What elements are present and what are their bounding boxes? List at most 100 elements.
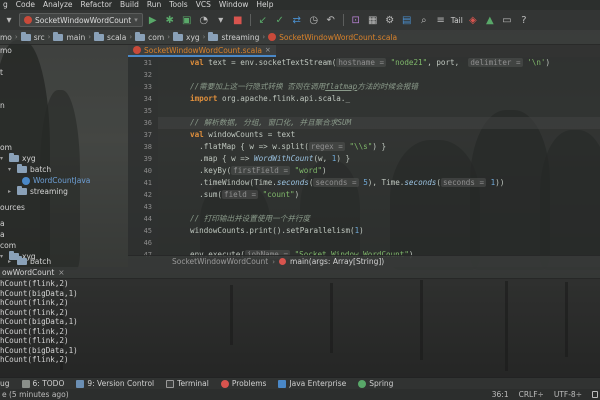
profile-icon[interactable]: ◔ xyxy=(197,13,211,27)
settings-icon[interactable]: ⚙ xyxy=(383,13,397,27)
line-number: 34 xyxy=(143,95,152,103)
help-icon[interactable]: ? xyxy=(517,13,531,27)
tree-item-selected[interactable]: WordCountJava xyxy=(22,175,90,186)
line-number: 44 xyxy=(143,215,152,223)
lock-icon[interactable] xyxy=(592,391,598,398)
tree-item[interactable]: ▾ xyg xyxy=(0,153,36,164)
menu-vcs[interactable]: VCS xyxy=(196,0,211,10)
breadcrumb-project[interactable]: mo xyxy=(0,33,12,42)
terminal-icon[interactable]: ▭ xyxy=(500,13,514,27)
editor-tab[interactable]: SocketWindowWordCount.scala × xyxy=(128,45,276,57)
console-output[interactable]: hCount(flink,2) hCount(bigData,1) hCount… xyxy=(0,279,600,377)
line-number: 43 xyxy=(143,203,152,211)
tool-window-terminal[interactable]: Terminal xyxy=(166,379,209,388)
breadcrumb-src[interactable]: src xyxy=(20,31,45,42)
tree-item[interactable]: com xyxy=(0,240,16,251)
run-tab-label[interactable]: owWordCount xyxy=(2,268,54,277)
menu-build[interactable]: Build xyxy=(120,0,139,10)
tree-item[interactable]: mo xyxy=(0,45,12,56)
sdk-icon[interactable]: ⊡ xyxy=(349,13,363,27)
deploy-icon[interactable]: ▲ xyxy=(483,13,497,27)
tool-window-problems[interactable]: Problems xyxy=(220,379,266,388)
tree-item[interactable]: a xyxy=(0,229,5,240)
java-file-icon xyxy=(22,176,30,185)
build-dropdown-icon[interactable]: ▾ xyxy=(214,13,228,27)
tree-item[interactable]: ources xyxy=(0,202,25,213)
close-icon[interactable]: × xyxy=(58,268,64,277)
history-icon[interactable]: ◷ xyxy=(307,13,321,27)
tail-button[interactable]: Tail xyxy=(451,16,463,25)
vcs-update-icon[interactable]: ↙ xyxy=(256,13,270,27)
folder-icon xyxy=(94,31,105,41)
chevron-right-icon: › xyxy=(262,33,266,41)
tree-item[interactable]: t xyxy=(0,67,3,78)
breadcrumb-scala[interactable]: scala xyxy=(94,31,126,42)
plugin-icon[interactable]: ◈ xyxy=(466,13,480,27)
close-icon[interactable]: × xyxy=(265,46,271,54)
breadcrumb-com[interactable]: com xyxy=(135,31,164,42)
caret-position[interactable]: 36:1 xyxy=(492,390,509,399)
menu-window[interactable]: Window xyxy=(219,0,249,10)
code-area[interactable]: val text = env.socketTextStream(hostname… xyxy=(190,57,600,259)
tool-window-debug[interactable]: ug xyxy=(0,379,10,388)
run-tab-header: owWordCount × xyxy=(0,267,600,279)
tree-item[interactable]: ▸ streaming xyxy=(8,186,68,197)
search-everywhere-icon[interactable]: ⌕ xyxy=(417,13,431,27)
vcs-commit-icon[interactable]: ✓ xyxy=(273,13,287,27)
line-number: 31 xyxy=(143,59,152,67)
editor-breadcrumb-class[interactable]: SocketWindowWordCount xyxy=(172,257,268,266)
menu-code[interactable]: Code xyxy=(16,0,35,10)
tree-item[interactable]: om xyxy=(0,142,12,153)
folder-icon xyxy=(173,31,184,41)
folder-icon xyxy=(17,164,27,173)
console-line: hCount(bigData,1) xyxy=(0,345,78,355)
chevron-right-icon: › xyxy=(167,33,171,41)
project-tree: mo t n om ▾ xyg ▾ batch WordCountJava ▸ str… xyxy=(0,45,128,267)
tool-window-todo[interactable]: 6: TODO xyxy=(21,379,64,388)
editor-breadcrumb: SocketWindowWordCount › main(args: Array… xyxy=(128,255,600,267)
dropdown-arrow-icon[interactable]: ▾ xyxy=(2,13,16,27)
run-icon[interactable]: ▶ xyxy=(146,13,160,27)
menu-tools[interactable]: Tools xyxy=(169,0,187,10)
breadcrumb-xyg[interactable]: xyg xyxy=(173,31,200,42)
code-line: windowCounts.print().setParallelism(1) xyxy=(190,226,364,235)
line-number: 32 xyxy=(143,71,152,79)
tool-window-spring[interactable]: Spring xyxy=(358,379,393,388)
line-number: 42 xyxy=(143,191,152,199)
tool-window-java-enterprise[interactable]: Java Enterprise xyxy=(278,379,346,388)
code-line: import org.apache.flink.api.scala._ xyxy=(190,94,351,103)
tree-item[interactable]: ▾ batch xyxy=(8,164,51,175)
menu-item[interactable]: g xyxy=(3,0,8,10)
tool-window-version-control[interactable]: 9: Version Control xyxy=(76,379,154,388)
editor-breadcrumb-method[interactable]: main(args: Array[String]) xyxy=(290,257,384,266)
vm-icon[interactable]: ▤ xyxy=(400,13,414,27)
file-encoding[interactable]: UTF-8÷ xyxy=(554,390,582,399)
line-number: 35 xyxy=(143,107,152,115)
stop-icon[interactable]: ■ xyxy=(231,13,245,27)
run-configuration-selector[interactable]: SocketWindowWordCount ▾ xyxy=(19,13,143,27)
folder-icon xyxy=(17,256,27,265)
menu-run[interactable]: Run xyxy=(147,0,161,10)
revert-icon[interactable]: ↶ xyxy=(324,13,338,27)
tail-icon[interactable]: ≡ xyxy=(434,13,448,27)
vcs-compare-icon[interactable]: ⇄ xyxy=(290,13,304,27)
project-structure-icon[interactable]: ▦ xyxy=(366,13,380,27)
coverage-icon[interactable]: ▣ xyxy=(180,13,194,27)
breadcrumb-file[interactable]: SocketWindowWordCount.scala xyxy=(268,33,397,42)
debug-icon[interactable]: ✱ xyxy=(163,13,177,27)
menu-help[interactable]: Help xyxy=(256,0,273,10)
breadcrumb-main[interactable]: main xyxy=(53,31,85,42)
code-editor: SocketWindowWordCount.scala × 31 32 33 3… xyxy=(128,45,600,267)
breadcrumb-streaming[interactable]: streaming xyxy=(208,31,259,42)
method-icon xyxy=(279,258,287,265)
status-message[interactable]: e (5 minutes ago) xyxy=(2,390,69,399)
chevron-right-icon: › xyxy=(14,33,18,41)
chevron-right-icon: › xyxy=(272,257,276,266)
tree-item[interactable]: a xyxy=(0,218,5,229)
tree-item[interactable]: n xyxy=(0,100,5,111)
line-separator[interactable]: CRLF÷ xyxy=(519,390,544,399)
line-number: 38 xyxy=(143,143,152,151)
menu-analyze[interactable]: Analyze xyxy=(43,0,73,10)
tree-item[interactable]: ▸ batch xyxy=(8,256,51,267)
menu-refactor[interactable]: Refactor xyxy=(81,0,112,10)
